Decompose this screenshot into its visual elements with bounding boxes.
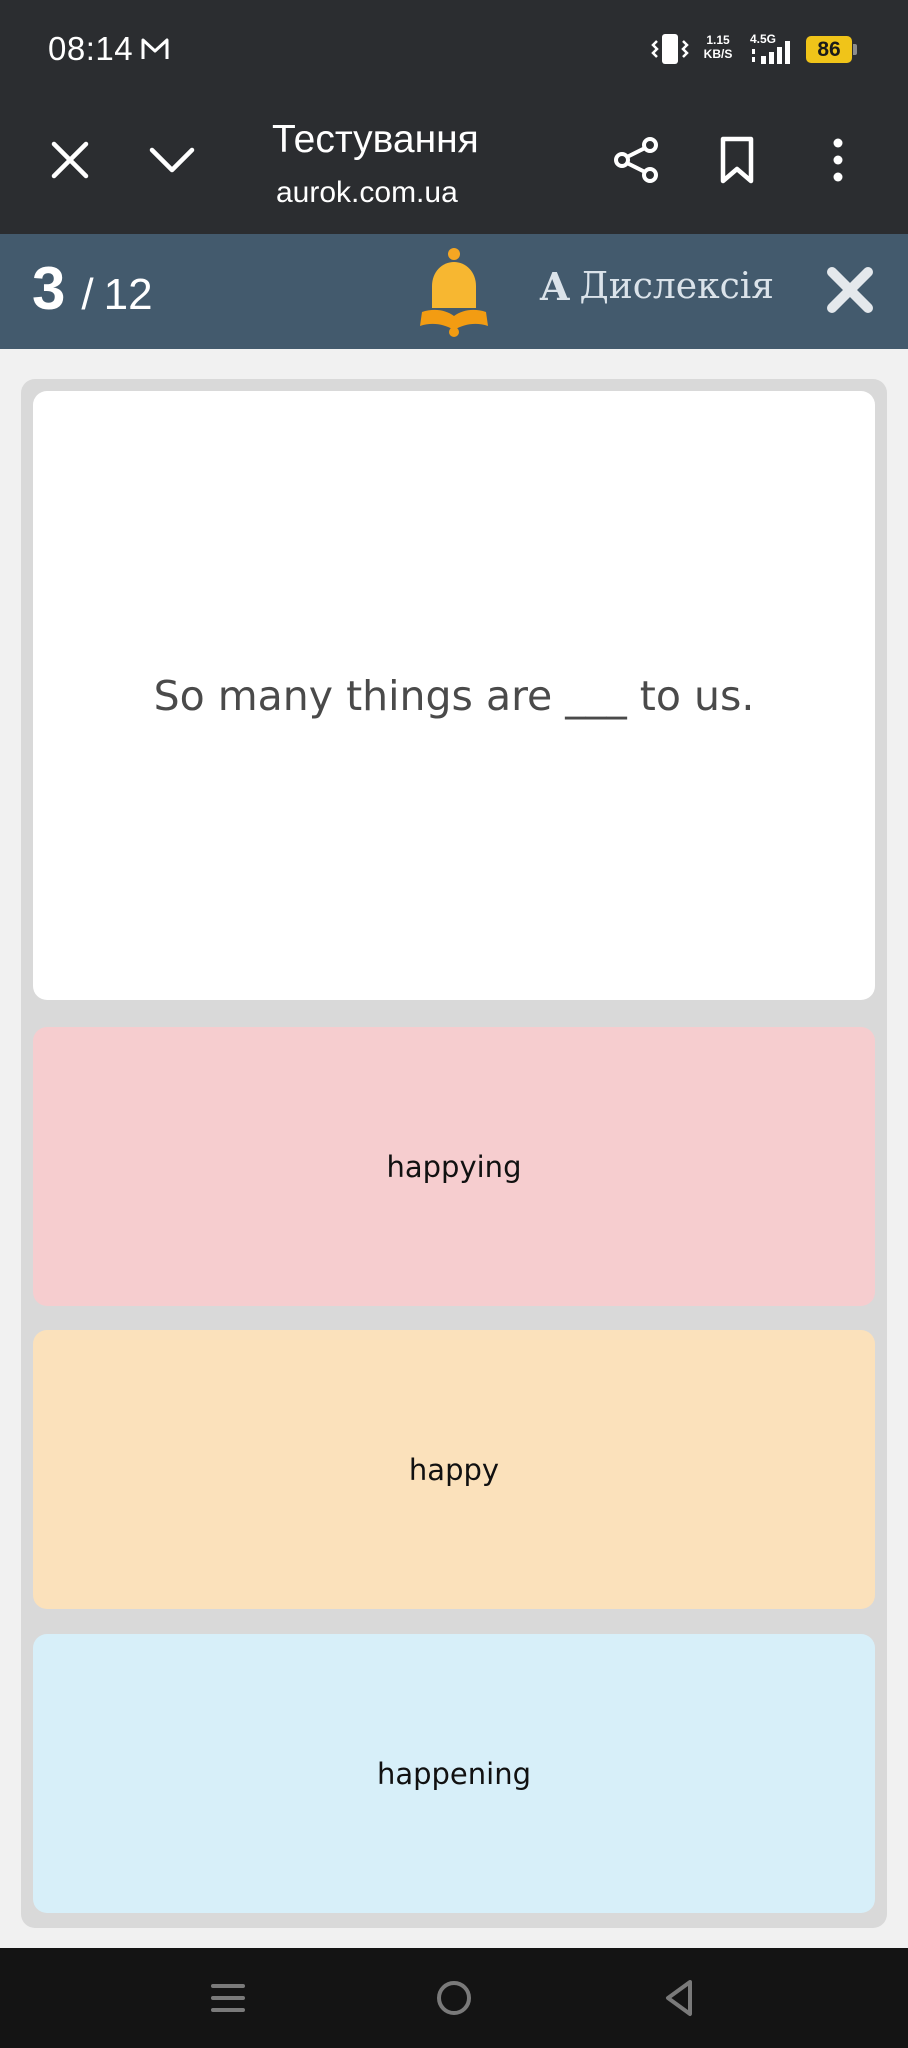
question-card: So many things are ___ to us. [33,391,875,1000]
home-button[interactable] [424,1972,484,2024]
status-bar: 08:14 1.15 KB/S 4.5G 86 [0,0,908,100]
close-icon [51,141,89,179]
answer-option-happening[interactable]: happening [33,1634,875,1913]
chevron-down-icon [149,147,195,173]
back-button[interactable] [650,1972,710,2024]
dyslexia-label: Дислексія [579,266,774,307]
quiz-header: 3 / 12 A Дислексія [0,234,908,349]
signal-icon: 4.5G [750,32,790,64]
net-speed-value: 1.15 [706,33,730,47]
answer-option-happy[interactable]: happy [33,1330,875,1609]
share-icon [614,137,658,183]
collapse-button[interactable] [142,130,202,190]
dyslexia-font-icon: A [540,264,570,309]
page-title: Тестування [272,118,479,161]
bookmark-icon [720,136,754,184]
dyslexia-toggle[interactable]: A Дислексія [540,264,774,309]
net-speed: 1.15 KB/S [700,33,736,61]
mail-icon [141,38,169,59]
answer-option-happying[interactable]: happying [33,1027,875,1306]
answer-label: happy [408,1452,500,1487]
bell-icon[interactable] [416,246,492,338]
recent-apps-button[interactable] [198,1972,258,2024]
question-text: So many things are ___ to us. [153,671,755,720]
answer-label: happening [376,1756,532,1791]
net-speed-unit: KB/S [703,47,733,61]
more-vert-icon [833,138,843,182]
network-type: 4.5G [750,32,776,46]
browser-toolbar: Тестування aurok.com.ua [0,100,908,234]
close-tab-button[interactable] [40,130,100,190]
vibrate-icon [651,34,689,64]
total-questions: 12 [103,270,153,319]
battery-level: 86 [806,36,852,63]
battery-icon: 86 [806,36,858,63]
counter-separator: / [81,270,94,319]
page-url: aurok.com.ua [276,176,458,209]
status-time: 08:14 [48,30,134,67]
menu-icon [211,1984,245,2012]
current-question-number: 3 [32,255,66,322]
system-nav-bar [0,1948,908,2048]
battery-tip [853,44,857,55]
back-triangle-icon [666,1980,692,2016]
bookmark-button[interactable] [707,130,767,190]
more-options-button[interactable] [808,130,868,190]
quiz-area: So many things are ___ to us. happying h… [21,379,887,1928]
answer-label: happying [386,1149,522,1184]
home-circle-icon [437,1981,471,2015]
share-button[interactable] [606,130,666,190]
close-x-icon[interactable] [822,262,878,318]
question-counter: 3 / 12 [32,254,153,323]
